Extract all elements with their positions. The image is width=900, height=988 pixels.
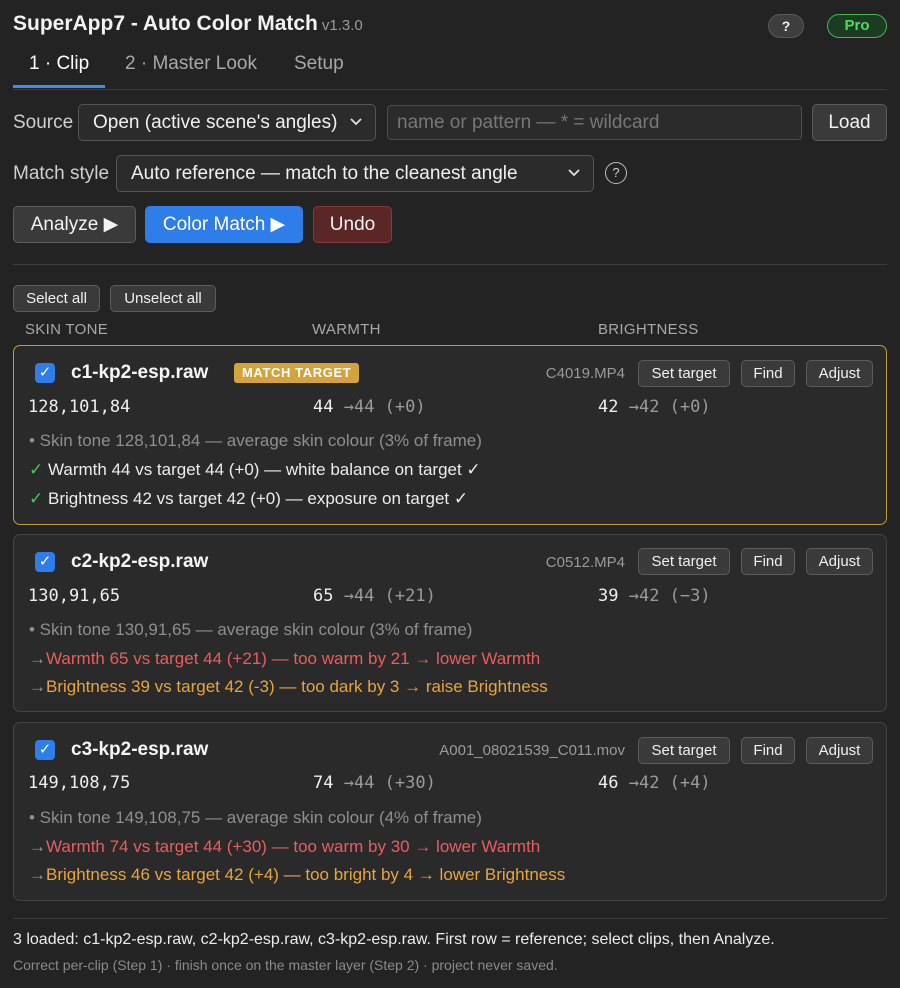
unselect-all-button[interactable]: Unselect all xyxy=(110,285,216,312)
skin-tone-note: • Skin tone 149,108,75 — average skin co… xyxy=(29,808,482,827)
brightness-value: 42 →42 (+0) xyxy=(598,397,711,417)
help-button[interactable]: ? xyxy=(768,14,804,38)
clip-checkbox[interactable]: ✓ xyxy=(35,552,55,572)
source-label: Source xyxy=(13,112,74,133)
source-select-value: Open (active scene's angles) xyxy=(93,112,338,133)
check-icon: ✓ xyxy=(29,460,44,479)
match-style-label: Match style xyxy=(13,163,110,184)
brightness-current: 46 xyxy=(598,773,619,793)
warmth-note-text: Warmth 65 vs target 44 (+21) — too warm … xyxy=(46,649,541,668)
warmth-current: 44 xyxy=(313,397,334,417)
adjust-button[interactable]: Adjust xyxy=(806,548,873,575)
skin-tone-value: 149,108,75 xyxy=(28,773,131,793)
brightness-current: 42 xyxy=(598,397,619,417)
brightness-note-text: Brightness 42 vs target 42 (+0) — exposu… xyxy=(47,489,469,508)
warmth-note: →Warmth 74 vs target 44 (+30) — too warm… xyxy=(29,837,540,857)
warmth-delta: →44 (+21) xyxy=(343,586,436,606)
undo-button[interactable]: Undo xyxy=(313,206,392,243)
warmth-value: 74 →44 (+30) xyxy=(313,773,436,793)
brightness-note: ✓ Brightness 42 vs target 42 (+0) — expo… xyxy=(29,489,468,509)
find-button[interactable]: Find xyxy=(741,360,795,387)
brightness-value: 46 →42 (+4) xyxy=(598,773,711,793)
brightness-delta: →42 (−3) xyxy=(628,586,711,606)
clip-name: c1-kp2-esp.raw xyxy=(71,362,209,383)
match-style-select-value: Auto reference — match to the cleanest a… xyxy=(131,163,518,184)
brightness-current: 39 xyxy=(598,586,619,606)
skin-tone-note: • Skin tone 130,91,65 — average skin col… xyxy=(29,620,473,639)
set-target-button[interactable]: Set target xyxy=(638,548,730,575)
adjust-button[interactable]: Adjust xyxy=(806,737,873,764)
skin-tone-value: 130,91,65 xyxy=(28,586,121,606)
tab-bar: 1 · Clip 2 · Master Look Setup xyxy=(13,48,887,90)
chevron-down-icon xyxy=(567,156,581,204)
arrow-right-icon: → xyxy=(29,837,46,856)
footer-divider xyxy=(13,918,887,919)
load-button[interactable]: Load xyxy=(812,104,887,141)
clip-card: ✓ c2-kp2-esp.raw C0512.MP4 Set target Fi… xyxy=(13,534,887,712)
clip-file-name: C0512.MP4 xyxy=(545,554,625,571)
column-skin-tone: SKIN TONE xyxy=(25,321,109,338)
brightness-value: 39 →42 (−3) xyxy=(598,586,711,606)
adjust-button[interactable]: Adjust xyxy=(806,360,873,387)
app-header: SuperApp7 - Auto Color Match v1.3.0 ? Pro xyxy=(13,10,887,40)
check-icon: ✓ xyxy=(29,489,44,508)
skin-tone-value: 128,101,84 xyxy=(28,397,131,417)
clip-name: c2-kp2-esp.raw xyxy=(71,551,209,572)
clip-file-name: A001_08021539_C011.mov xyxy=(439,742,625,759)
brightness-note-text: Brightness 39 vs target 42 (-3) — too da… xyxy=(46,677,548,696)
tab-master-look[interactable]: 2 · Master Look xyxy=(109,52,273,88)
warmth-current: 74 xyxy=(313,773,334,793)
section-divider xyxy=(13,264,887,265)
tab-setup[interactable]: Setup xyxy=(278,52,360,88)
hint-text: Correct per-clip (Step 1) · finish once … xyxy=(13,957,558,973)
arrow-right-icon: → xyxy=(29,649,46,668)
brightness-delta: →42 (+4) xyxy=(628,773,711,793)
select-all-button[interactable]: Select all xyxy=(13,285,100,312)
column-warmth: WARMTH xyxy=(312,321,381,338)
warmth-note: →Warmth 65 vs target 44 (+21) — too warm… xyxy=(29,649,540,669)
status-text: 3 loaded: c1-kp2-esp.raw, c2-kp2-esp.raw… xyxy=(13,931,775,948)
app-version: v1.3.0 xyxy=(321,17,363,34)
warmth-delta: →44 (+30) xyxy=(343,773,436,793)
warmth-note: ✓ Warmth 44 vs target 44 (+0) — white ba… xyxy=(29,460,481,480)
pro-badge[interactable]: Pro xyxy=(827,14,887,38)
match-target-badge: MATCH TARGET xyxy=(234,363,360,383)
warmth-value: 44 →44 (+0) xyxy=(313,397,426,417)
match-style-select[interactable]: Auto reference — match to the cleanest a… xyxy=(116,155,594,192)
set-target-button[interactable]: Set target xyxy=(638,737,730,764)
clip-checkbox[interactable]: ✓ xyxy=(35,363,55,383)
clip-checkbox[interactable]: ✓ xyxy=(35,740,55,760)
clip-card: ✓ c1-kp2-esp.raw MATCH TARGET C4019.MP4 … xyxy=(13,345,887,525)
brightness-delta: →42 (+0) xyxy=(628,397,711,417)
tab-clip[interactable]: 1 · Clip xyxy=(13,52,106,88)
find-button[interactable]: Find xyxy=(741,737,795,764)
warmth-value: 65 →44 (+21) xyxy=(313,586,436,606)
clip-name: c3-kp2-esp.raw xyxy=(71,739,209,760)
brightness-note-text: Brightness 46 vs target 42 (+4) — too br… xyxy=(46,865,566,884)
color-match-button[interactable]: Color Match ▶ xyxy=(145,206,303,243)
pattern-input[interactable]: name or pattern — * = wildcard xyxy=(387,105,802,140)
arrow-right-icon: → xyxy=(29,865,46,884)
arrow-right-icon: → xyxy=(29,677,46,696)
app-title: SuperApp7 - Auto Color Match v1.3.0 xyxy=(13,12,363,36)
set-target-button[interactable]: Set target xyxy=(638,360,730,387)
warmth-note-text: Warmth 44 vs target 44 (+0) — white bala… xyxy=(47,460,481,479)
clip-file-name: C4019.MP4 xyxy=(545,365,625,382)
warmth-note-text: Warmth 74 vs target 44 (+30) — too warm … xyxy=(46,837,541,856)
source-select[interactable]: Open (active scene's angles) xyxy=(78,104,376,141)
skin-tone-note: • Skin tone 128,101,84 — average skin co… xyxy=(29,431,482,450)
column-brightness: BRIGHTNESS xyxy=(598,321,699,338)
warmth-delta: →44 (+0) xyxy=(343,397,426,417)
brightness-note: →Brightness 39 vs target 42 (-3) — too d… xyxy=(29,677,548,697)
chevron-down-icon xyxy=(349,105,363,153)
brightness-note: →Brightness 46 vs target 42 (+4) — too b… xyxy=(29,865,565,885)
match-style-help-icon[interactable]: ? xyxy=(605,162,627,184)
app-title-text: SuperApp7 - Auto Color Match xyxy=(13,12,318,35)
analyze-button[interactable]: Analyze ▶ xyxy=(13,206,136,243)
warmth-current: 65 xyxy=(313,586,334,606)
find-button[interactable]: Find xyxy=(741,548,795,575)
clip-card: ✓ c3-kp2-esp.raw A001_08021539_C011.mov … xyxy=(13,722,887,901)
